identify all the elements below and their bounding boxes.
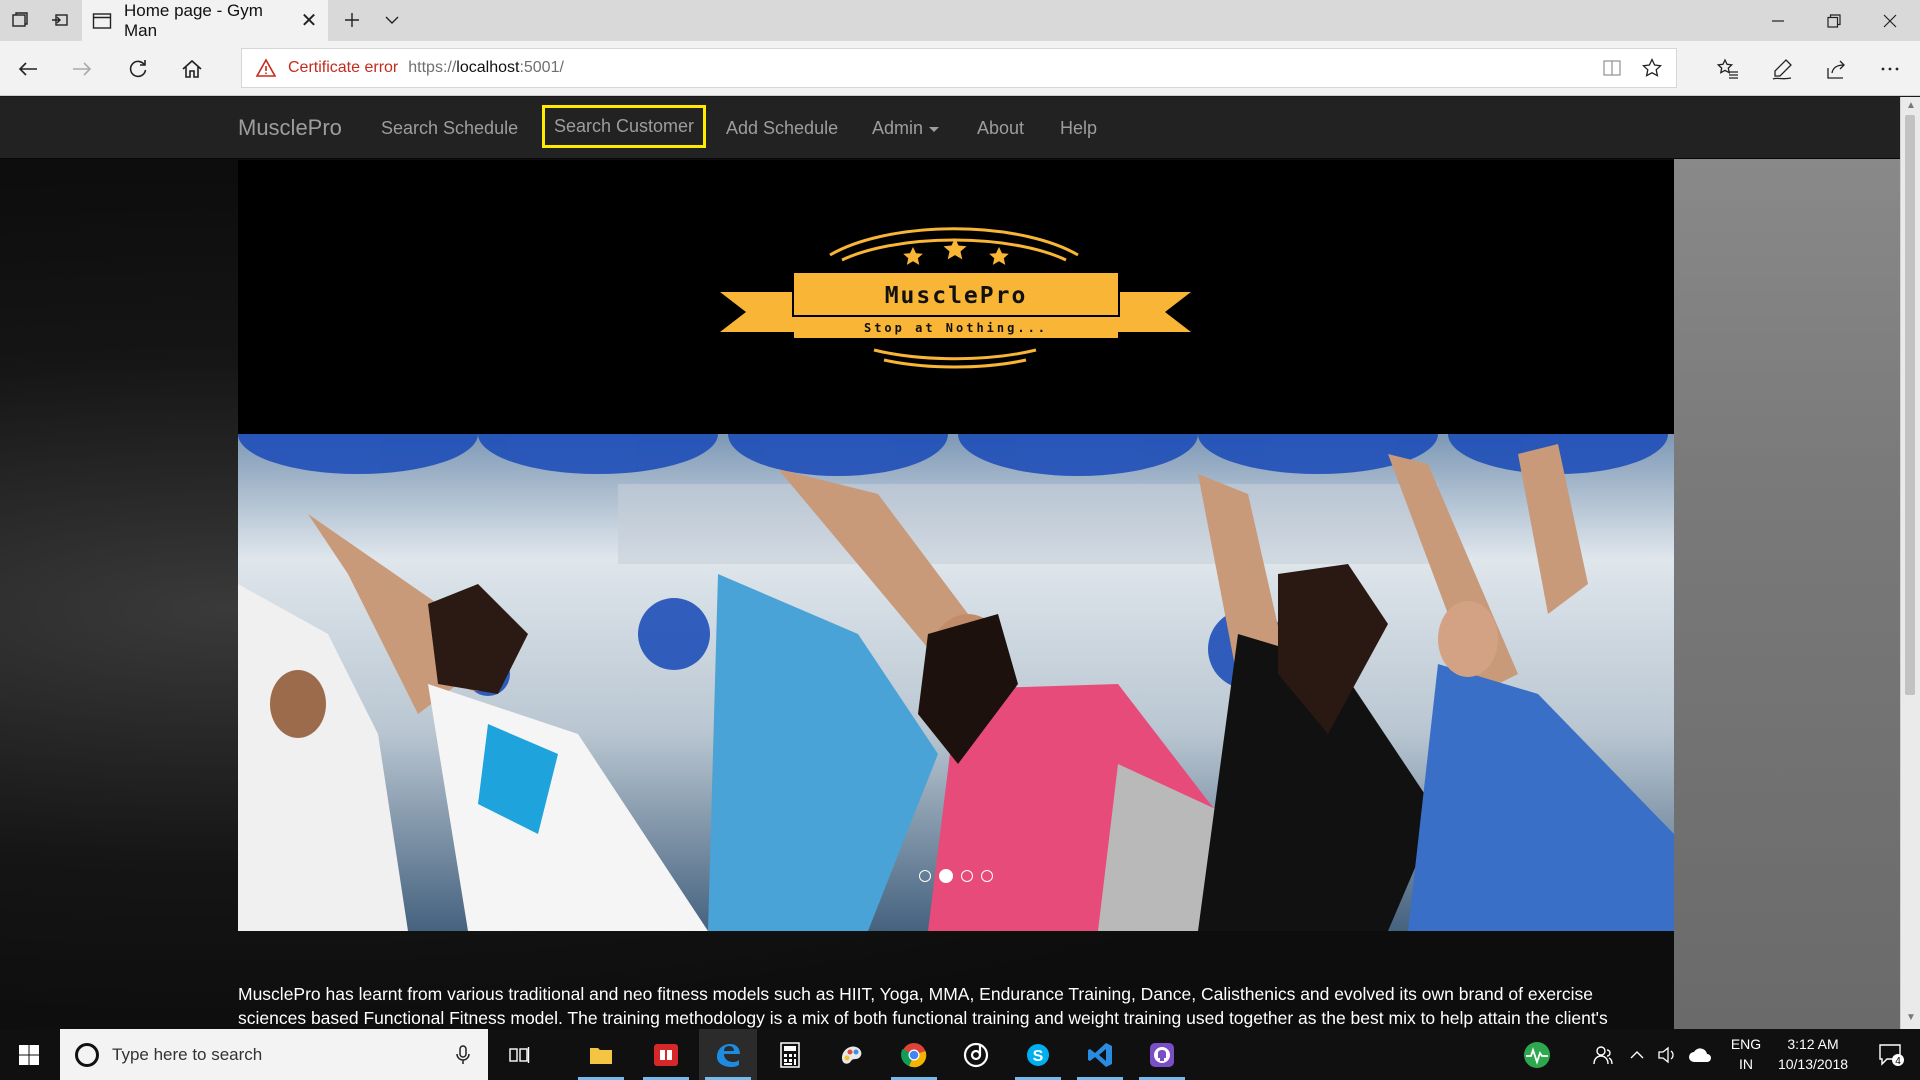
nav-search-customer[interactable]: Search Customer xyxy=(542,105,707,148)
tab-preview-icon[interactable] xyxy=(6,6,34,34)
logo-name: MusclePro xyxy=(885,283,1028,309)
paint-3d-icon[interactable] xyxy=(823,1029,881,1080)
scroll-up-icon[interactable]: ▲ xyxy=(1905,100,1917,112)
page-scrollbar[interactable]: ▲ ▼ xyxy=(1900,97,1920,1029)
carousel-indicator-1[interactable] xyxy=(919,870,931,882)
browser-tab[interactable]: Home page - Gym Man ✕ xyxy=(82,0,328,41)
carousel-indicator-2[interactable] xyxy=(939,869,953,883)
favorite-star-icon[interactable] xyxy=(1632,49,1672,87)
svg-text:S: S xyxy=(1033,1048,1044,1065)
forward-arrow-icon[interactable] xyxy=(66,53,98,85)
url-text: https://localhost:5001/ xyxy=(408,59,564,76)
tab-title: Home page - Gym Man xyxy=(124,0,263,40)
page-icon xyxy=(92,12,112,29)
carousel-indicators xyxy=(238,869,1674,883)
pen-notes-icon[interactable] xyxy=(1766,53,1798,85)
logo-banner: MusclePro Stop at Nothing... xyxy=(238,160,1674,434)
microphone-icon[interactable] xyxy=(452,1044,474,1066)
start-windows-icon[interactable] xyxy=(0,1029,58,1080)
action-center-icon[interactable]: 4 xyxy=(1862,1029,1920,1080)
clock[interactable]: 3:12 AM 10/13/2018 xyxy=(1770,1034,1856,1074)
nav-add-schedule[interactable]: Add Schedule xyxy=(726,118,838,139)
nav-search-schedule[interactable]: Search Schedule xyxy=(381,118,518,139)
minimize-icon[interactable] xyxy=(1750,0,1805,41)
web-page: MusclePro Search Schedule Search Custome… xyxy=(0,97,1900,1029)
clock-time: 3:12 AM xyxy=(1787,1036,1839,1052)
set-aside-tabs-icon[interactable] xyxy=(46,6,74,34)
onedrive-cloud-icon[interactable] xyxy=(1682,1029,1718,1080)
more-options-icon[interactable] xyxy=(1874,53,1906,85)
github-desktop-icon[interactable] xyxy=(1133,1029,1191,1080)
browser-toolbar: Certificate error https://localhost:5001… xyxy=(0,41,1920,96)
red-app-icon[interactable] xyxy=(637,1029,695,1080)
nav-about[interactable]: About xyxy=(977,118,1024,139)
region-code: IN xyxy=(1739,1056,1753,1072)
home-icon[interactable] xyxy=(176,53,208,85)
input-language-indicator[interactable]: ENG IN xyxy=(1724,1034,1768,1074)
carousel-indicator-4[interactable] xyxy=(981,870,993,882)
fitness-class-photo xyxy=(238,434,1674,931)
brand-link[interactable]: MusclePro xyxy=(238,115,342,141)
new-tab-icon[interactable] xyxy=(338,6,366,34)
address-bar[interactable]: Certificate error https://localhost:5001… xyxy=(241,48,1677,88)
site-navbar: MusclePro Search Schedule Search Custome… xyxy=(0,97,1900,159)
taskbar-search-placeholder: Type here to search xyxy=(112,1044,263,1064)
close-window-icon[interactable] xyxy=(1862,0,1917,41)
calculator-icon[interactable] xyxy=(761,1029,819,1080)
back-arrow-icon[interactable] xyxy=(12,53,44,85)
browser-tab-bar: Home page - Gym Man ✕ xyxy=(0,0,1920,41)
file-explorer-icon[interactable] xyxy=(572,1029,630,1080)
edge-browser-icon[interactable] xyxy=(699,1029,757,1080)
restore-icon[interactable] xyxy=(1806,0,1861,41)
lang-code: ENG xyxy=(1730,1036,1762,1052)
refresh-icon[interactable] xyxy=(122,53,154,85)
skype-icon[interactable]: S xyxy=(1009,1029,1067,1080)
windows-taskbar: Type here to search S ENG IN 3:12 AM 10/… xyxy=(0,1029,1920,1080)
favorites-hub-icon[interactable] xyxy=(1712,53,1744,85)
show-hidden-icons-chevron-icon[interactable] xyxy=(1622,1029,1652,1080)
reading-view-icon[interactable] xyxy=(1592,49,1632,87)
nav-help[interactable]: Help xyxy=(1060,118,1097,139)
taskbar-search-box[interactable]: Type here to search xyxy=(60,1029,488,1080)
carousel-slide-image xyxy=(238,434,1674,931)
tab-list-chevron-icon[interactable] xyxy=(378,6,406,34)
volume-icon[interactable] xyxy=(1652,1029,1682,1080)
vscode-icon[interactable] xyxy=(1071,1029,1129,1080)
warning-icon xyxy=(256,58,276,77)
tab-close-icon[interactable]: ✕ xyxy=(296,8,322,34)
intro-line-2: sciences based Functional Fitness model.… xyxy=(238,1008,1608,1028)
certificate-error-label[interactable]: Certificate error xyxy=(288,59,398,77)
chrome-icon[interactable] xyxy=(885,1029,943,1080)
intro-paragraph: MusclePro has learnt from various tradit… xyxy=(238,982,1674,1029)
task-view-icon[interactable] xyxy=(490,1029,548,1080)
scroll-down-icon[interactable]: ▼ xyxy=(1905,1012,1917,1024)
caret-down-icon xyxy=(929,126,940,132)
intro-line-1: MusclePro has learnt from various tradit… xyxy=(238,984,1594,1004)
share-icon[interactable] xyxy=(1820,53,1852,85)
scrollbar-thumb[interactable] xyxy=(1905,115,1915,695)
clock-date: 10/13/2018 xyxy=(1777,1056,1849,1072)
notification-count: 4 xyxy=(1895,1056,1901,1067)
resource-monitor-icon[interactable] xyxy=(1508,1029,1566,1080)
carousel-indicator-3[interactable] xyxy=(961,870,973,882)
musclepro-logo: MusclePro Stop at Nothing... xyxy=(720,227,1191,369)
logo-tagline: Stop at Nothing... xyxy=(864,321,1048,335)
nav-admin-label: Admin xyxy=(872,118,924,138)
groove-music-icon[interactable] xyxy=(947,1029,1005,1080)
nav-admin-dropdown[interactable]: Admin xyxy=(872,118,940,139)
cortana-circle-icon xyxy=(75,1042,99,1067)
